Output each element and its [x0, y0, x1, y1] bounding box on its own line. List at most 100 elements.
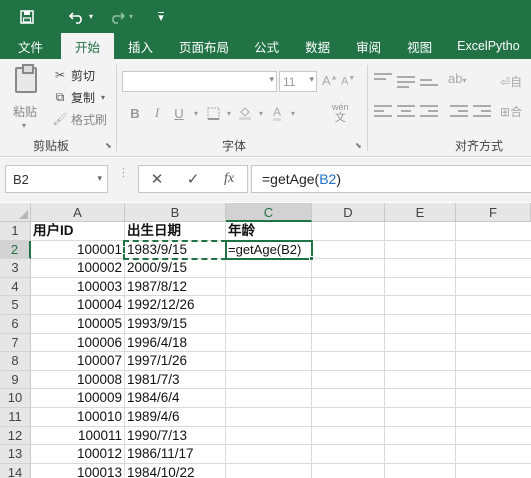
insert-function-button[interactable]: fx — [211, 171, 247, 187]
row-header-8[interactable]: 8 — [0, 352, 31, 371]
wrap-text-button[interactable]: ⏎自 — [500, 73, 522, 90]
decrease-indent-icon[interactable] — [450, 105, 468, 119]
save-button[interactable] — [13, 0, 41, 33]
cell-b4[interactable]: 1987/8/12 — [127, 278, 187, 297]
formula-input[interactable]: =getAge(B2) — [251, 165, 531, 193]
cell-b14[interactable]: 1984/10/22 — [127, 464, 195, 478]
cell-a1[interactable]: 用户ID — [33, 222, 74, 241]
enter-button[interactable]: ✓ — [175, 170, 211, 188]
align-right-icon[interactable] — [420, 105, 438, 119]
align-center-icon[interactable] — [397, 105, 415, 119]
column-header-a[interactable]: A — [31, 203, 125, 222]
align-bottom-icon[interactable] — [420, 79, 438, 93]
tab-excelpython[interactable]: ExcelPytho — [445, 33, 531, 59]
cell-b3[interactable]: 2000/9/15 — [127, 259, 187, 278]
row-header-10[interactable]: 10 — [0, 389, 31, 408]
cell-b6[interactable]: 1993/9/15 — [127, 315, 187, 334]
cell-b8[interactable]: 1997/1/26 — [127, 352, 187, 371]
row-header-6[interactable]: 6 — [0, 315, 31, 334]
underline-button[interactable]: U — [168, 103, 190, 123]
align-left-icon[interactable] — [374, 105, 392, 119]
cell-b13[interactable]: 1986/11/17 — [127, 445, 194, 464]
cell-a13[interactable]: 100012 — [31, 445, 122, 464]
row-header-2[interactable]: 2 — [0, 240, 31, 260]
customize-toolbar-button[interactable]: ▾ — [151, 0, 171, 33]
borders-button[interactable] — [202, 103, 224, 123]
cell-a3[interactable]: 100002 — [31, 259, 122, 278]
cut-button[interactable]: ✂ 剪切 — [52, 65, 95, 85]
chevron-down-icon[interactable]: ▾ — [288, 103, 298, 123]
cell-c1[interactable]: 年龄 — [228, 222, 255, 241]
tab-file[interactable]: 文件 — [0, 33, 61, 59]
row-header-12[interactable]: 12 — [0, 426, 31, 446]
font-name-dropdown[interactable]: ▾ — [122, 71, 277, 92]
row-header-5[interactable]: 5 — [0, 296, 31, 315]
merge-center-button[interactable]: ⊞合 — [500, 103, 522, 120]
font-color-button[interactable]: A — [266, 103, 288, 123]
increase-indent-icon[interactable] — [473, 105, 491, 119]
format-painter-button[interactable]: 🖌 格式刷 — [52, 109, 107, 129]
font-size-dropdown[interactable]: 11 ▾ — [279, 71, 317, 92]
cell-b1[interactable]: 出生日期 — [127, 222, 181, 241]
tab-view[interactable]: 视图 — [394, 33, 445, 59]
align-middle-icon[interactable] — [397, 76, 415, 90]
row-header-14[interactable]: 14 — [0, 463, 31, 478]
chevron-down-icon[interactable]: ▾ — [190, 103, 202, 123]
column-header-b[interactable]: B — [125, 203, 226, 222]
phonetic-guide-button[interactable]: wén 文 — [332, 103, 349, 125]
cell-a14[interactable]: 100013 — [31, 464, 122, 478]
tab-home[interactable]: 开始 — [61, 33, 115, 59]
cell-b7[interactable]: 1996/4/18 — [127, 334, 187, 353]
undo-button[interactable]: ▾ — [61, 0, 101, 33]
dialog-launcher-icon[interactable]: ⬊ — [105, 141, 112, 150]
row-header-1[interactable]: 1 — [0, 222, 31, 241]
row-header-13[interactable]: 13 — [0, 445, 31, 464]
cell-a4[interactable]: 100003 — [31, 278, 122, 297]
name-box[interactable]: B2 ▾ — [5, 165, 108, 193]
cell-a7[interactable]: 100006 — [31, 334, 122, 353]
dialog-launcher-icon[interactable]: ⬊ — [355, 141, 362, 150]
column-header-c[interactable]: C — [226, 203, 312, 222]
cell-a12[interactable]: 100011 — [31, 427, 122, 446]
orientation-icon[interactable]: ab▾ — [448, 71, 466, 86]
decrease-font-icon[interactable]: A▼ — [341, 75, 355, 88]
select-all-button[interactable] — [0, 203, 31, 222]
paste-button[interactable]: 粘贴 ▾ — [10, 64, 44, 135]
tab-formulas[interactable]: 公式 — [241, 33, 292, 59]
redo-button[interactable]: ▾ — [101, 0, 141, 33]
cell-a8[interactable]: 100007 — [31, 352, 122, 371]
italic-button[interactable]: I — [146, 103, 168, 123]
cell-a9[interactable]: 100008 — [31, 371, 122, 390]
resize-handle-icon[interactable]: ⋮ — [118, 168, 129, 179]
cell-c2[interactable]: =getAge(B2) — [228, 241, 301, 260]
fill-handle[interactable] — [309, 256, 314, 262]
column-header-f[interactable]: F — [456, 203, 531, 222]
cell-b12[interactable]: 1990/7/13 — [127, 427, 187, 446]
bold-button[interactable]: B — [124, 103, 146, 123]
cell-b9[interactable]: 1981/7/3 — [127, 371, 180, 390]
row-header-3[interactable]: 3 — [0, 259, 31, 278]
cell-a6[interactable]: 100005 — [31, 315, 122, 334]
cell-b11[interactable]: 1989/4/6 — [127, 408, 180, 427]
cell-b5[interactable]: 1992/12/26 — [127, 296, 195, 315]
tab-review[interactable]: 审阅 — [343, 33, 394, 59]
row-header-4[interactable]: 4 — [0, 277, 31, 297]
row-header-7[interactable]: 7 — [0, 333, 31, 353]
tab-insert[interactable]: 插入 — [114, 33, 167, 59]
row-header-9[interactable]: 9 — [0, 370, 31, 390]
cancel-button[interactable]: ✕ — [139, 170, 175, 188]
cell-a2[interactable]: 100001 — [31, 241, 122, 260]
copy-button[interactable]: ⧉ 复制 ▾ — [52, 87, 105, 107]
spreadsheet-grid[interactable]: A B C D E F 1 2 3 4 5 6 7 8 9 10 11 12 13 14 用户ID 出生日期 年龄 10000… — [0, 203, 531, 478]
column-header-d[interactable]: D — [312, 203, 385, 222]
column-header-e[interactable]: E — [385, 203, 456, 222]
cell-a5[interactable]: 100004 — [31, 296, 122, 315]
tab-page-layout[interactable]: 页面布局 — [167, 33, 241, 59]
chevron-down-icon[interactable]: ▾ — [256, 103, 266, 123]
cell-a11[interactable]: 100010 — [31, 408, 122, 427]
align-top-icon[interactable] — [374, 73, 392, 87]
cell-b2[interactable]: 1983/9/15 — [127, 241, 187, 260]
row-header-11[interactable]: 11 — [0, 408, 31, 427]
cell-a10[interactable]: 100009 — [31, 389, 122, 408]
tab-data[interactable]: 数据 — [292, 33, 343, 59]
